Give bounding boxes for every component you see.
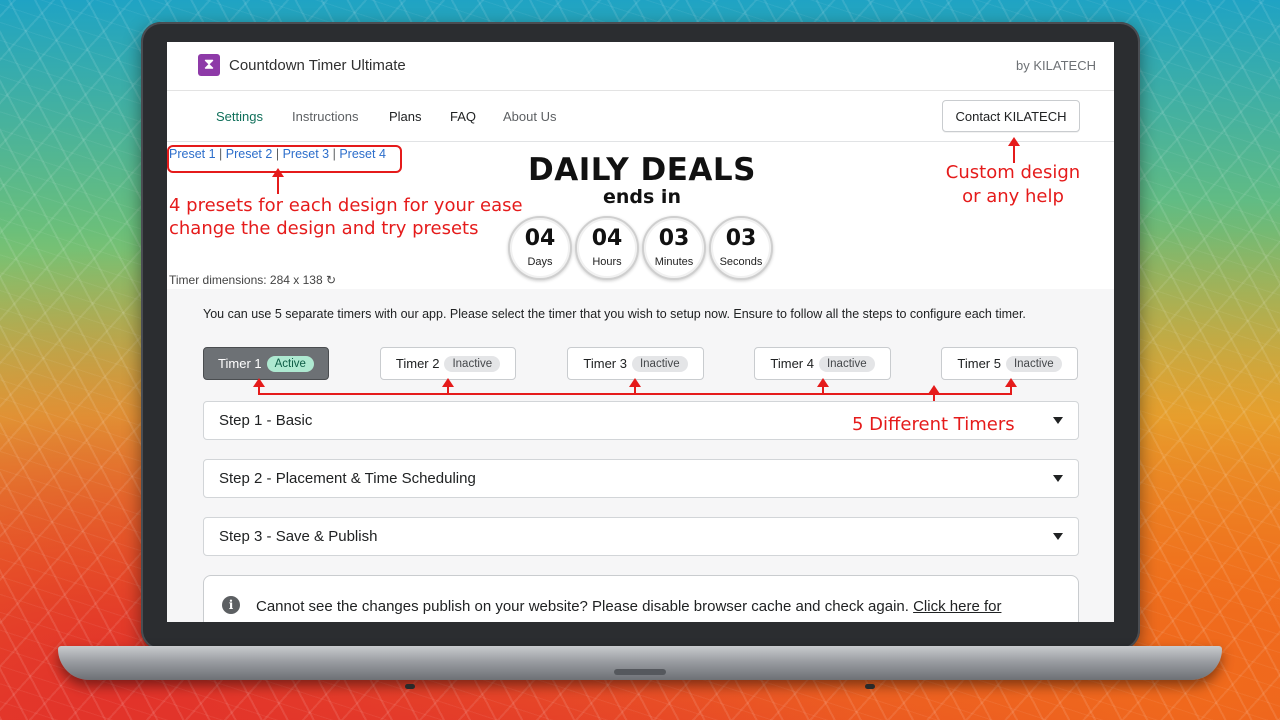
timer-label: Timer 4 xyxy=(770,356,814,371)
status-badge: Active xyxy=(266,355,314,372)
timer-label: Timer 2 xyxy=(395,356,440,371)
status-badge: Inactive xyxy=(444,355,501,372)
countdown-label: Seconds xyxy=(719,256,763,268)
caret-down-icon xyxy=(1053,533,1063,540)
countdown-value: 04 xyxy=(524,226,556,251)
tab-instructions[interactable]: Instructions xyxy=(292,109,358,124)
timer-preview: Preset 1 | Preset 2 | Preset 3 | Preset … xyxy=(167,137,1114,289)
status-badge: Inactive xyxy=(1005,355,1062,372)
step-3-accordion[interactable]: Step 3 - Save & Publish xyxy=(203,517,1079,556)
app-screen: ⧗ Countdown Timer Ultimate by KILATECH S… xyxy=(167,42,1114,622)
annotation-arrow xyxy=(272,168,284,194)
annotation-highlight-box xyxy=(167,145,402,173)
countdown-hours: 04 Hours xyxy=(575,216,639,280)
timer-3-button[interactable]: Timer 3 Inactive xyxy=(567,347,704,380)
countdown-value: 04 xyxy=(591,226,623,251)
countdown-label: Days xyxy=(527,256,553,268)
cache-notice: i Cannot see the changes publish on your… xyxy=(203,575,1079,622)
vendor-label: by KILATECH xyxy=(1016,58,1096,73)
annotation-timers: 5 Different Timers xyxy=(852,414,1015,435)
step-title: Step 3 - Save & Publish xyxy=(219,528,378,545)
caret-down-icon xyxy=(1053,475,1063,482)
timer-dimensions-text: Timer dimensions: 284 x 138 xyxy=(169,273,323,287)
step-2-accordion[interactable]: Step 2 - Placement & Time Scheduling xyxy=(203,459,1079,498)
tab-plans[interactable]: Plans xyxy=(389,109,422,124)
timer-dimensions: Timer dimensions: 284 x 138 ↻ xyxy=(169,273,336,287)
countdown-label: Hours xyxy=(592,256,622,268)
timer-2-button[interactable]: Timer 2 Inactive xyxy=(380,347,516,380)
timers-intro: You can use 5 separate timers with our a… xyxy=(203,307,1026,321)
timer-4-button[interactable]: Timer 4 Inactive xyxy=(754,347,891,380)
annotation-presets-line1: 4 presets for each design for your ease xyxy=(169,195,523,216)
notice-text: Cannot see the changes publish on your w… xyxy=(256,596,1056,622)
countdown-label: Minutes xyxy=(654,256,694,268)
countdown-value: 03 xyxy=(725,226,757,251)
contact-button[interactable]: Contact KILATECH xyxy=(942,100,1080,132)
timer-1-button[interactable]: Timer 1 Active xyxy=(203,347,329,380)
countdown-minutes: 03 Minutes xyxy=(642,216,706,280)
annotation-presets-line2: change the design and try presets xyxy=(169,218,479,239)
tab-settings[interactable]: Settings xyxy=(216,109,263,124)
countdown-seconds: 03 Seconds xyxy=(709,216,773,280)
caret-down-icon xyxy=(1053,417,1063,424)
laptop-notch xyxy=(614,669,666,675)
timer-label: Timer 1 xyxy=(218,356,262,371)
nav-bar: Settings Instructions Plans FAQ About Us… xyxy=(167,91,1114,142)
app-title: Countdown Timer Ultimate xyxy=(229,57,406,74)
info-icon: i xyxy=(222,596,240,614)
notice-message: Cannot see the changes publish on your w… xyxy=(256,598,909,615)
refresh-icon[interactable]: ↻ xyxy=(326,273,336,287)
app-header: ⧗ Countdown Timer Ultimate by KILATECH xyxy=(167,42,1114,91)
annotation-custom-line1: Custom design xyxy=(945,162,1081,183)
timer-label: Timer 5 xyxy=(957,356,1001,371)
laptop-foot xyxy=(405,684,415,689)
step-title: Step 2 - Placement & Time Scheduling xyxy=(219,470,476,487)
status-badge: Inactive xyxy=(631,355,688,372)
countdown-value: 03 xyxy=(658,226,690,251)
preset-links: Preset 1 | Preset 2 | Preset 3 | Preset … xyxy=(167,145,402,173)
step-title: Step 1 - Basic xyxy=(219,412,313,429)
hourglass-icon: ⧗ xyxy=(198,54,220,76)
tab-about-us[interactable]: About Us xyxy=(503,109,556,124)
annotation-connector xyxy=(258,393,1012,395)
timer-label: Timer 3 xyxy=(583,356,627,371)
countdown-days: 04 Days xyxy=(508,216,572,280)
timer-headline: DAILY DEALS xyxy=(528,152,756,188)
status-badge: Inactive xyxy=(818,355,875,372)
laptop-foot xyxy=(865,684,875,689)
annotation-custom-line2: or any help xyxy=(962,186,1064,207)
timer-5-button[interactable]: Timer 5 Inactive xyxy=(941,347,1078,380)
tab-faq[interactable]: FAQ xyxy=(450,109,476,124)
